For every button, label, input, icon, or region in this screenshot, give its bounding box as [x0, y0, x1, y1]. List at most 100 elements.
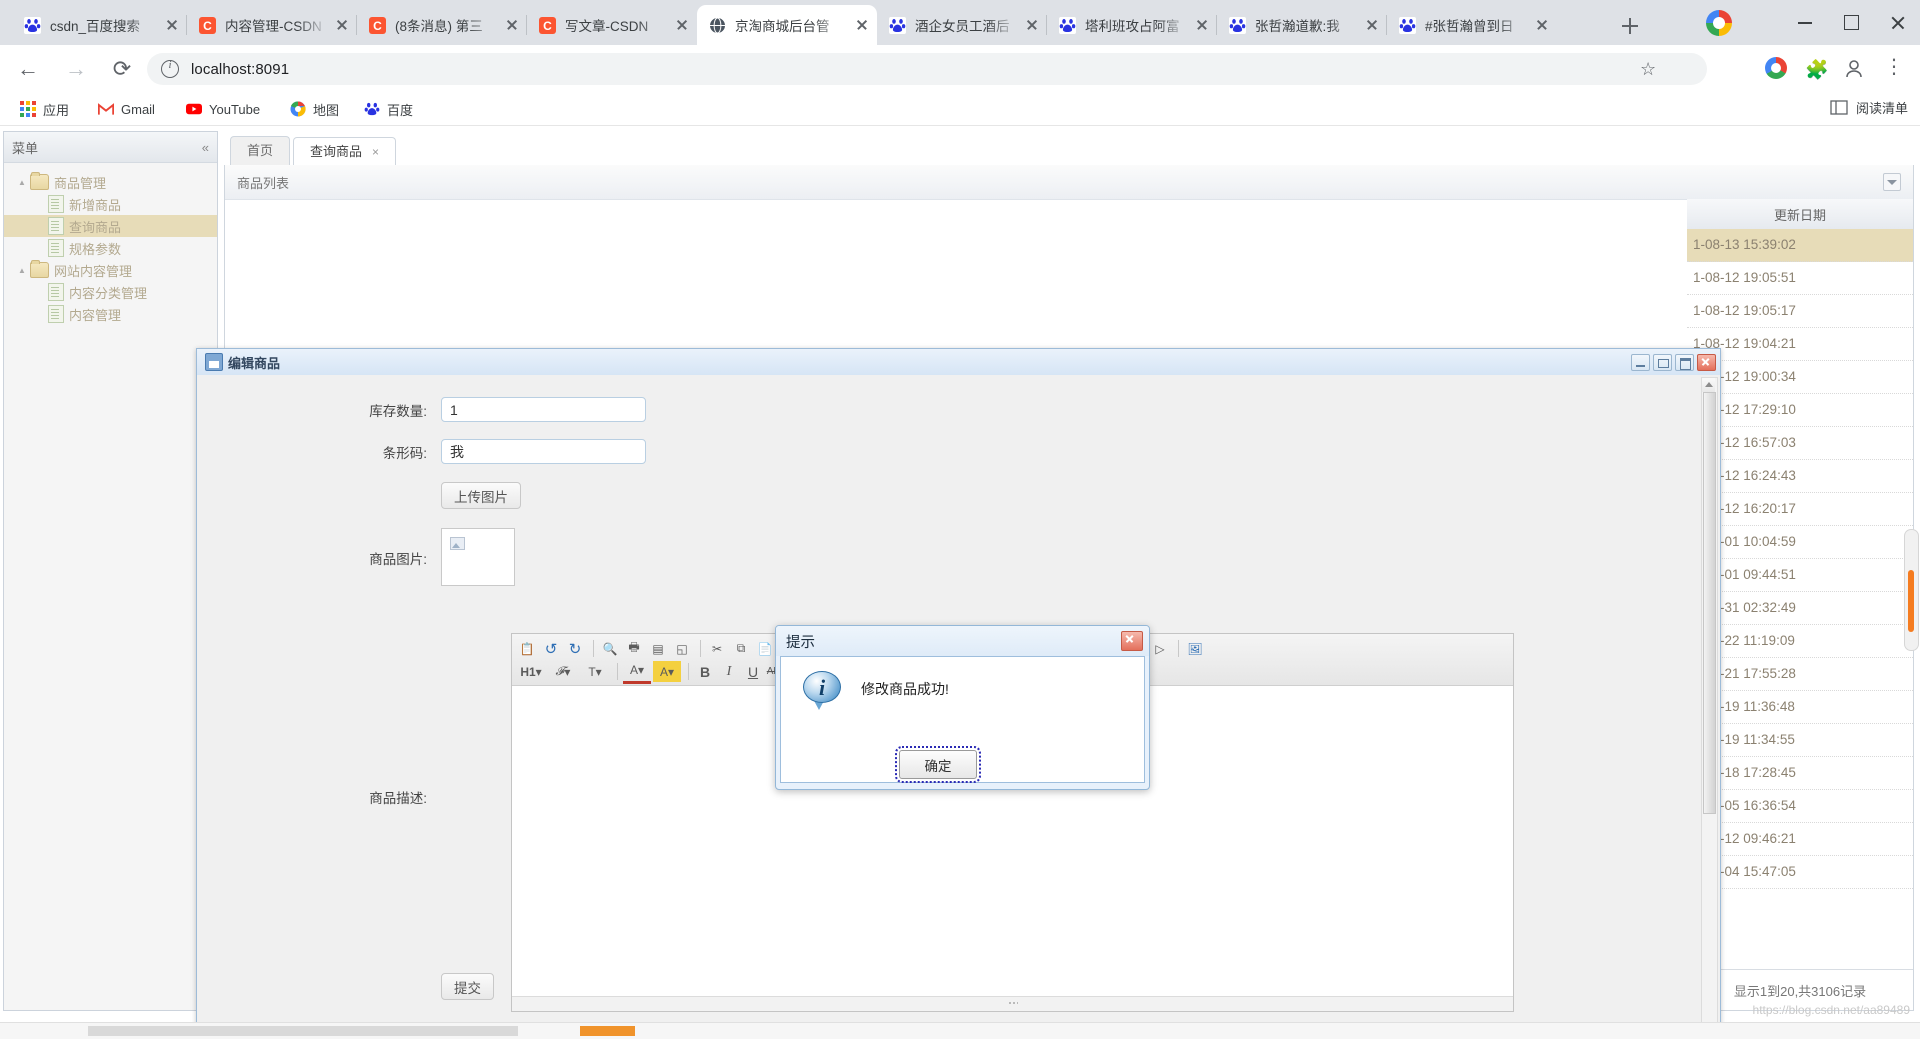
bookmark-item-1[interactable]: 应用: [14, 97, 75, 121]
content-tab-2[interactable]: 查询商品 ×: [293, 137, 397, 166]
sidebar-item-7[interactable]: 内容管理: [4, 303, 217, 325]
browser-tab[interactable]: csdn_百度搜索: [12, 5, 187, 45]
upload-image-button[interactable]: 上传图片: [441, 482, 521, 509]
sidebar-collapse-icon[interactable]: «: [202, 140, 209, 155]
tab-close-icon[interactable]: [1023, 16, 1041, 34]
browser-menu-button[interactable]: ⋮: [1884, 57, 1904, 79]
expand-arrow-icon[interactable]: ▲: [18, 178, 30, 187]
scroll-thumb[interactable]: [1703, 392, 1716, 814]
address-bar[interactable]: localhost:8091: [147, 53, 1707, 85]
print-icon[interactable]: 🖶: [623, 638, 645, 659]
maximize-window-button[interactable]: [1828, 0, 1874, 45]
bookmark-star-icon[interactable]: ☆: [1640, 59, 1656, 80]
content-tab-close-icon[interactable]: ×: [372, 145, 379, 159]
content-tabs: 首页 查询商品 ×: [224, 131, 1914, 166]
editor-resize-handle[interactable]: [512, 996, 1513, 1011]
extension-chrome-icon[interactable]: [1765, 57, 1787, 79]
upload-row: 上传图片: [441, 482, 521, 509]
edit-window-restore-button[interactable]: [1653, 353, 1672, 371]
browser-tab[interactable]: 塔利班攻占阿富: [1047, 5, 1217, 45]
undo-icon[interactable]: ↺: [540, 638, 562, 659]
bold-icon[interactable]: B: [694, 661, 716, 682]
sidebar-item-5[interactable]: ▲ 网站内容管理: [4, 259, 217, 281]
minimize-window-button[interactable]: [1782, 0, 1828, 45]
reading-list-button[interactable]: 阅读清单: [1830, 98, 1908, 117]
paste-icon[interactable]: 📋: [516, 638, 538, 659]
extension-puzzle-icon[interactable]: 🧩: [1805, 58, 1829, 82]
edit-window-titlebar[interactable]: 编辑商品: [197, 349, 1720, 376]
grid-row-3[interactable]: 1-08-12 19:05:17: [1687, 295, 1913, 328]
scroll-up-arrow-icon[interactable]: [1702, 378, 1715, 392]
barcode-input[interactable]: [441, 439, 646, 464]
alert-ok-button[interactable]: 确定: [895, 746, 981, 783]
expand-arrow-icon[interactable]: ▲: [18, 266, 30, 275]
sidebar-item-3[interactable]: 查询商品: [4, 215, 217, 237]
copy-icon[interactable]: ⧉: [730, 638, 752, 659]
font-size-icon[interactable]: T ▾: [580, 661, 610, 682]
edit-window-maximize-button[interactable]: [1675, 353, 1694, 371]
sidebar-item-6[interactable]: 内容分类管理: [4, 281, 217, 303]
site-info-icon[interactable]: [161, 59, 179, 78]
broken-image-icon[interactable]: [441, 528, 515, 586]
bookmark-item-2[interactable]: Gmail: [92, 97, 161, 121]
alert-titlebar[interactable]: 提示: [776, 626, 1149, 656]
new-tab-button[interactable]: [1617, 13, 1643, 39]
sidebar-item-1[interactable]: ▲ 商品管理: [4, 171, 217, 193]
forward-button[interactable]: →: [62, 55, 90, 83]
font-family-icon[interactable]: 𝓕 ▾: [548, 661, 578, 682]
submit-button[interactable]: 提交: [441, 973, 494, 1000]
reading-list-icon: [1830, 100, 1848, 115]
underline-icon[interactable]: U: [742, 661, 764, 682]
browser-tab[interactable]: C 写文章-CSDN: [527, 5, 697, 45]
cut-icon[interactable]: ✂: [706, 638, 728, 659]
baidu-icon: [1399, 16, 1416, 34]
tab-close-icon[interactable]: [503, 16, 521, 34]
tab-close-icon[interactable]: [853, 16, 871, 34]
sidebar-item-2[interactable]: 新增商品: [4, 193, 217, 215]
edit-window-close-button[interactable]: [1697, 353, 1716, 371]
panel-collapse-icon[interactable]: [1883, 173, 1901, 191]
text-color-icon[interactable]: A ▾: [623, 660, 651, 684]
bookmark-item-4[interactable]: 地图: [284, 97, 345, 121]
bookmark-item-5[interactable]: 百度: [358, 97, 419, 121]
file-icon: [48, 217, 64, 235]
tab-close-icon[interactable]: [163, 16, 181, 34]
browser-tab[interactable]: C (8条消息) 第三: [357, 5, 527, 45]
redo-icon[interactable]: ↻: [564, 638, 586, 659]
browser-tab[interactable]: 张哲瀚道歉:我: [1217, 5, 1387, 45]
tab-close-icon[interactable]: [1363, 16, 1381, 34]
alert-close-button[interactable]: [1121, 631, 1143, 651]
edit-window-scrollbar[interactable]: [1701, 377, 1718, 1039]
browser-tab-active[interactable]: 京淘商城后台管: [697, 5, 877, 45]
tab-close-icon[interactable]: [673, 16, 691, 34]
tab-close-icon[interactable]: [1193, 16, 1211, 34]
tab-title: #张哲瀚曾到日: [1425, 19, 1514, 34]
tab-close-icon[interactable]: [333, 16, 351, 34]
close-window-button[interactable]: [1874, 0, 1920, 45]
unlink-icon[interactable]: ▷: [1149, 638, 1171, 659]
tab-close-icon[interactable]: [1533, 16, 1551, 34]
preview-icon[interactable]: 🔍: [599, 638, 621, 659]
reload-button[interactable]: ⟳: [108, 55, 136, 83]
bookmark-item-3[interactable]: YouTube: [180, 97, 266, 121]
source-icon[interactable]: ◱: [671, 638, 693, 659]
grid-scrollbar[interactable]: [1904, 529, 1919, 651]
heading-icon[interactable]: H1 ▾: [516, 661, 546, 682]
image-icon[interactable]: 🖼: [1184, 638, 1206, 659]
browser-tab[interactable]: 酒企女员工酒后: [877, 5, 1047, 45]
edit-window-minimize-button[interactable]: [1631, 353, 1650, 371]
profile-avatar[interactable]: [1706, 10, 1732, 36]
browser-tab[interactable]: C 内容管理-CSDN: [187, 5, 357, 45]
italic-icon[interactable]: I: [718, 661, 740, 682]
paste-plain-icon[interactable]: 📄: [754, 638, 776, 659]
browser-tab[interactable]: #张哲瀚曾到日: [1387, 5, 1557, 45]
back-button[interactable]: ←: [14, 55, 42, 83]
sidebar-item-4[interactable]: 规格参数: [4, 237, 217, 259]
template-icon[interactable]: ▤: [647, 638, 669, 659]
content-tab-1[interactable]: 首页: [230, 136, 291, 165]
grid-row-1[interactable]: 1-08-13 15:39:02: [1687, 229, 1913, 262]
grid-row-2[interactable]: 1-08-12 19:05:51: [1687, 262, 1913, 295]
stock-quantity-input[interactable]: [441, 397, 646, 422]
extension-user-icon[interactable]: [1843, 57, 1865, 79]
background-color-icon[interactable]: A ▾: [653, 661, 681, 682]
